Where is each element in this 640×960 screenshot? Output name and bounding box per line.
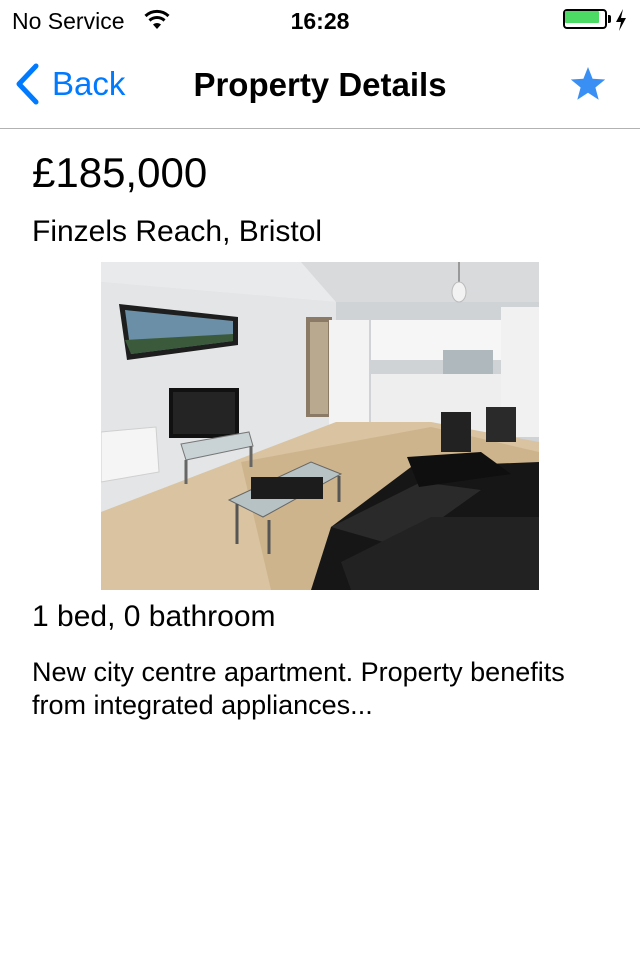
battery-level bbox=[565, 11, 599, 23]
star-icon[interactable] bbox=[569, 66, 607, 102]
property-description: New city centre apartment. Property bene… bbox=[32, 657, 565, 720]
battery-icon bbox=[563, 9, 613, 31]
status-bar: No Service 16:28 bbox=[0, 0, 640, 40]
property-location: Finzels Reach, Bristol bbox=[32, 215, 323, 248]
property-photo bbox=[101, 262, 539, 590]
property-price: £185,000 bbox=[32, 149, 208, 196]
navigation-bar: Back Property Details bbox=[0, 40, 640, 129]
bolt-icon bbox=[616, 9, 626, 31]
page-title: Property Details bbox=[193, 66, 447, 103]
clock: 16:28 bbox=[290, 8, 350, 34]
property-rooms: 1 bed, 0 bathroom bbox=[32, 600, 276, 633]
